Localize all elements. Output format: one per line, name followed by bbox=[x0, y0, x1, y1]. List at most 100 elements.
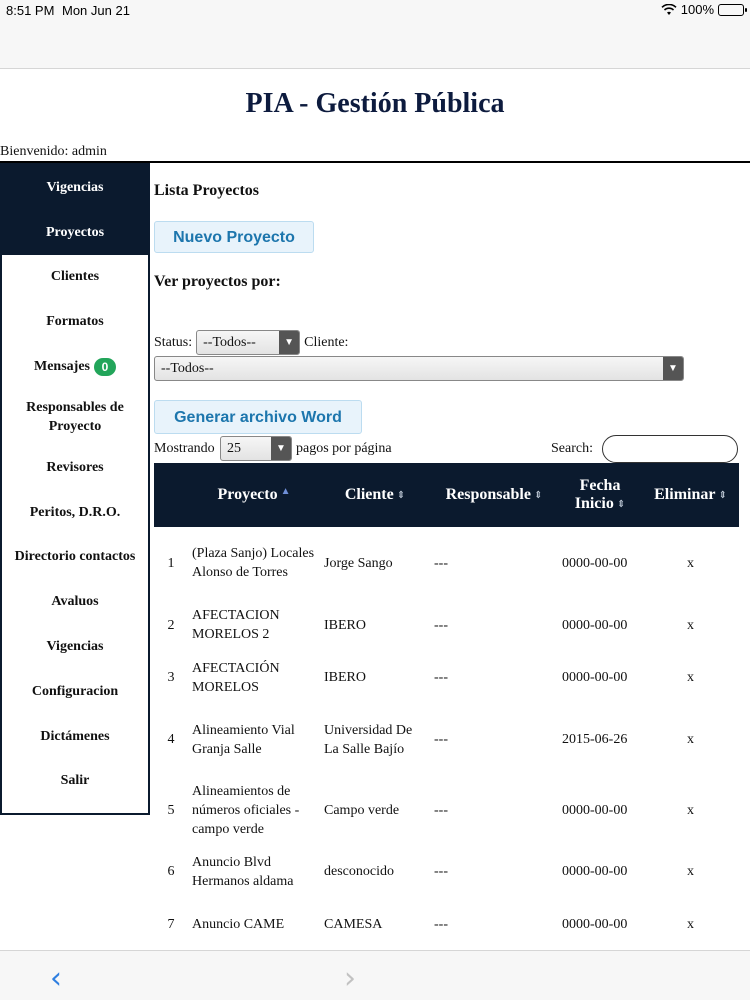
sidebar: Vigencias Proyectos Clientes Formatos Me… bbox=[0, 163, 150, 815]
view-by-label: Ver proyectos por: bbox=[154, 273, 281, 290]
column-header-responsable[interactable]: Responsable ⇕ bbox=[430, 463, 558, 527]
table-row[interactable]: 1 (Plaza Sanjo) Locales Alonso de Torres… bbox=[154, 527, 739, 599]
sidebar-item-directorio[interactable]: Directorio contactos bbox=[2, 535, 148, 580]
app-title: PIA - Gestión Pública bbox=[245, 88, 505, 119]
chevron-down-icon: ▼ bbox=[279, 331, 300, 354]
page-title: Lista Proyectos bbox=[154, 182, 260, 199]
sidebar-item-proyectos[interactable]: Proyectos bbox=[2, 209, 148, 255]
filter-row: Status: --Todos-- ▼ Cliente: bbox=[154, 330, 348, 355]
sidebar-item-vigencias[interactable]: Vigencias bbox=[2, 165, 148, 210]
delete-button[interactable]: x bbox=[642, 898, 739, 950]
cell-responsable: --- bbox=[434, 802, 448, 818]
cell-cliente: IBERO bbox=[324, 617, 366, 633]
column-header-eliminar[interactable]: Eliminar ⇕ bbox=[642, 463, 739, 527]
column-header-cliente[interactable]: Cliente ⇕ bbox=[320, 463, 430, 527]
cell-proyecto[interactable]: AFECTACION MORELOS 2 bbox=[188, 599, 320, 651]
sort-asc-icon: ▲ bbox=[280, 486, 291, 497]
search-input[interactable] bbox=[602, 435, 738, 463]
search-label: Search: bbox=[551, 441, 593, 456]
cell-fecha: 0000-00-00 bbox=[562, 555, 628, 571]
showing-label: Mostrando bbox=[154, 441, 215, 456]
delete-button[interactable]: x bbox=[642, 775, 739, 845]
column-header-proyecto[interactable]: Proyecto ▲ bbox=[188, 463, 320, 527]
sidebar-item-configuracion[interactable]: Configuracion bbox=[2, 669, 148, 714]
cell-responsable: --- bbox=[434, 916, 448, 932]
generate-word-button[interactable]: Generar archivo Word bbox=[154, 400, 362, 434]
row-number: 3 bbox=[167, 670, 175, 685]
battery-percent: 100% bbox=[680, 2, 714, 17]
wifi-icon bbox=[661, 3, 677, 15]
row-number: 6 bbox=[167, 864, 175, 879]
new-project-button[interactable]: Nuevo Proyecto bbox=[154, 221, 314, 253]
cell-responsable: --- bbox=[434, 864, 448, 879]
cell-fecha: 0000-00-00 bbox=[562, 617, 628, 633]
per-page-label: pagos por página bbox=[296, 441, 392, 456]
sidebar-item-clientes[interactable]: Clientes bbox=[2, 255, 148, 300]
column-header-fecha[interactable]: Fecha Inicio ⇕ bbox=[558, 463, 642, 527]
delete-button[interactable]: x bbox=[642, 845, 739, 898]
cell-cliente: IBERO bbox=[324, 670, 366, 685]
cell-proyecto[interactable]: Alineamiento Vial Granja Salle bbox=[188, 704, 320, 775]
row-number: 2 bbox=[167, 617, 175, 633]
table-row[interactable]: 7 Anuncio CAME CAMESA --- 0000-00-00 x bbox=[154, 898, 739, 950]
sidebar-item-salir[interactable]: Salir bbox=[2, 759, 148, 804]
welcome-text: Bienvenido: admin bbox=[0, 144, 107, 159]
sidebar-item-dictamenes[interactable]: Dictámenes bbox=[2, 714, 148, 759]
cell-responsable: --- bbox=[434, 732, 448, 747]
sidebar-item-peritos[interactable]: Peritos, D.R.O. bbox=[2, 490, 148, 535]
cell-fecha: 0000-00-00 bbox=[562, 916, 628, 932]
cell-proyecto[interactable]: Anuncio Blvd Hermanos aldama bbox=[188, 845, 320, 898]
cell-cliente: Universidad De La Salle Bajío bbox=[324, 722, 413, 757]
status-select[interactable]: --Todos-- ▼ bbox=[196, 330, 301, 355]
status-right: 100% bbox=[661, 2, 747, 17]
browser-top-chrome bbox=[0, 22, 750, 69]
battery-icon bbox=[718, 3, 747, 16]
back-arrow-icon[interactable]: ‹ bbox=[50, 961, 62, 996]
cell-proyecto[interactable]: AFECTACIÓN MORELOS bbox=[188, 651, 320, 704]
forward-arrow-icon[interactable]: › bbox=[344, 961, 356, 996]
sidebar-item-label: Mensajes bbox=[34, 359, 90, 375]
sidebar-item-revisores[interactable]: Revisores bbox=[2, 445, 148, 490]
row-number: 7 bbox=[167, 916, 175, 932]
delete-button[interactable]: x bbox=[642, 527, 739, 599]
table-row[interactable]: 6 Anuncio Blvd Hermanos aldama desconoci… bbox=[154, 845, 739, 898]
table-row[interactable]: 3 AFECTACIÓN MORELOS IBERO --- 0000-00-0… bbox=[154, 651, 739, 704]
pagination-controls: Mostrando 25 ▼ pagos por página Search: bbox=[154, 435, 744, 463]
table-header-row: Proyecto ▲ Cliente ⇕ Responsable ⇕ Fecha In… bbox=[154, 463, 739, 527]
sort-icon: ⇕ bbox=[718, 489, 727, 501]
table-row[interactable]: 4 Alineamiento Vial Granja Salle Univers… bbox=[154, 704, 739, 775]
cell-responsable: --- bbox=[434, 670, 448, 685]
status-time: 8:51 PM bbox=[6, 3, 55, 18]
sort-icon: ⇕ bbox=[396, 489, 406, 501]
sidebar-item-mensajes[interactable]: Mensajes 0 bbox=[2, 344, 148, 389]
projects-table: Proyecto ▲ Cliente ⇕ Responsable ⇕ Fecha In… bbox=[154, 463, 739, 950]
sidebar-item-responsables[interactable]: Responsables de Proyecto bbox=[2, 389, 148, 445]
row-number: 5 bbox=[167, 802, 175, 818]
sort-icon: ⇕ bbox=[533, 489, 543, 501]
cell-proyecto[interactable]: Anuncio CAME bbox=[188, 898, 320, 950]
sort-icon: ⇕ bbox=[616, 498, 626, 510]
cell-proyecto[interactable]: Alineamientos de números oficiales - cam… bbox=[188, 775, 320, 845]
status-bar: 8:51 PM Mon Jun 21 100% bbox=[0, 0, 750, 22]
table-row[interactable]: 5 Alineamientos de números oficiales - c… bbox=[154, 775, 739, 845]
chevron-down-icon: ▼ bbox=[663, 357, 683, 380]
status-date: Mon Jun 21 bbox=[62, 3, 130, 18]
chevron-down-icon: ▼ bbox=[271, 437, 291, 460]
cell-responsable: --- bbox=[434, 617, 448, 633]
table-row[interactable]: 2 AFECTACION MORELOS 2 IBERO --- 0000-00… bbox=[154, 599, 739, 651]
sidebar-item-avaluos[interactable]: Avaluos bbox=[2, 579, 148, 624]
cell-proyecto[interactable]: (Plaza Sanjo) Locales Alonso de Torres bbox=[188, 527, 320, 599]
cell-fecha: 0000-00-00 bbox=[562, 670, 628, 685]
cell-fecha: 2015-06-26 bbox=[562, 732, 628, 747]
client-label: Cliente: bbox=[304, 334, 349, 350]
delete-button[interactable]: x bbox=[642, 651, 739, 704]
page-size-select[interactable]: 25 ▼ bbox=[220, 436, 292, 461]
column-header-index bbox=[154, 463, 188, 527]
browser-bottom-toolbar: ‹ › bbox=[0, 950, 750, 1000]
sidebar-item-formatos[interactable]: Formatos bbox=[2, 299, 148, 344]
client-select[interactable]: --Todos-- ▼ bbox=[154, 356, 684, 381]
delete-button[interactable]: x bbox=[642, 704, 739, 775]
messages-count-badge: 0 bbox=[94, 357, 116, 376]
delete-button[interactable]: x bbox=[642, 599, 739, 651]
sidebar-item-vigencias-2[interactable]: Vigencias bbox=[2, 624, 148, 669]
